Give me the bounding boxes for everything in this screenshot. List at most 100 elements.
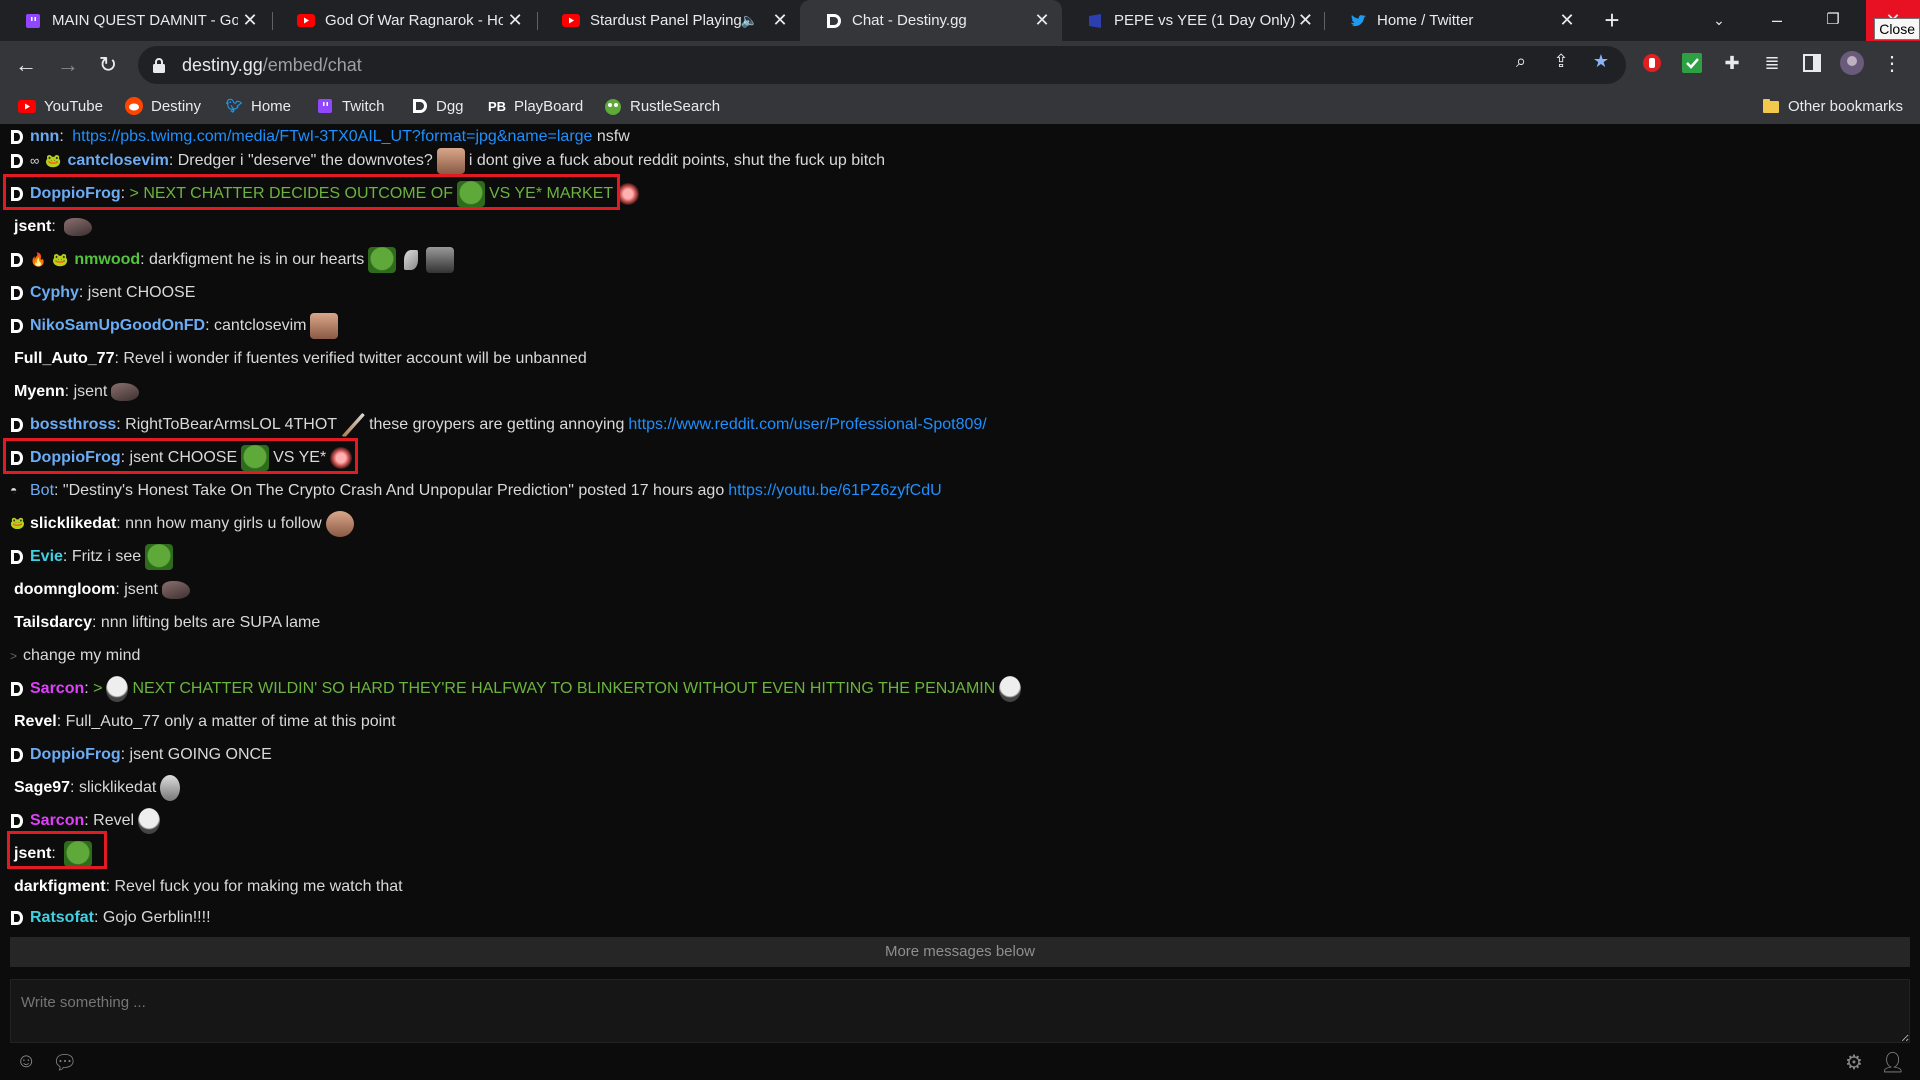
media-control-icon[interactable]: ≣ xyxy=(1760,51,1784,75)
share-icon[interactable]: ⇪ xyxy=(1550,50,1572,72)
bookmark-youtube[interactable]: YouTube xyxy=(18,88,103,124)
username[interactable]: Sarcon xyxy=(30,812,84,830)
username[interactable]: Tailsdarcy xyxy=(14,614,92,632)
adblock-extension-icon[interactable] xyxy=(1640,51,1664,75)
bookmark-twitch[interactable]: Twitch xyxy=(316,88,385,124)
skull-emote xyxy=(106,675,129,702)
tab-title: PEPE vs YEE (1 Day Only) | N xyxy=(1114,12,1295,29)
bookmark-rustlesearch[interactable]: RustleSearch xyxy=(604,88,720,124)
close-tab-icon[interactable]: ✕ xyxy=(1555,10,1579,31)
chat-message: Cyphy: jsent CHOOSE xyxy=(0,276,1910,309)
tab-polymarket[interactable]: PEPE vs YEE (1 Day Only) | N ✕ xyxy=(1062,0,1324,41)
chat-input[interactable] xyxy=(10,979,1910,1043)
bookmark-dgg[interactable]: Dgg xyxy=(410,88,464,124)
extensions-puzzle-icon[interactable]: ✚ xyxy=(1720,51,1744,75)
chat-message: bossthross: RightToBearArmsLOL 4THOT the… xyxy=(0,408,1910,441)
menu-kebab-icon[interactable]: ⋮ xyxy=(1880,51,1904,75)
highlight-box xyxy=(3,174,620,210)
continuation-marker: > xyxy=(10,648,18,663)
bookmark-destiny[interactable]: Destiny xyxy=(125,88,201,124)
speaker-icon[interactable]: 🔈 xyxy=(741,12,758,29)
lock-icon xyxy=(153,58,165,73)
forward-button[interactable]: → xyxy=(52,49,84,81)
message-link[interactable]: https://pbs.twimg.com/media/FTwI-3TX0AIL… xyxy=(72,128,592,146)
fire-flair-icon: 🔥 xyxy=(30,251,47,267)
destiny-flair-icon xyxy=(11,417,23,432)
face-emote xyxy=(436,147,465,174)
bookmark-home-twitter[interactable]: 🐦︎ Home xyxy=(225,88,291,124)
destiny-flair-icon xyxy=(11,153,23,168)
tab-youtube-stardust[interactable]: Stardust Panel Playing 🔈 ✕ xyxy=(538,0,800,41)
rock-emote xyxy=(162,580,190,599)
more-messages-below-button[interactable]: More messages below xyxy=(10,937,1910,967)
address-bar[interactable]: destiny.gg/embed/chat xyxy=(138,46,1626,84)
settings-gear-icon[interactable]: ⚙ xyxy=(1845,1050,1863,1074)
username[interactable]: Evie xyxy=(30,548,63,566)
side-panel-icon[interactable] xyxy=(1800,51,1824,75)
username[interactable]: darkfigment xyxy=(14,878,106,896)
profile-avatar[interactable] xyxy=(1840,51,1864,75)
username[interactable]: Myenn xyxy=(14,383,65,401)
check-extension-icon[interactable] xyxy=(1680,51,1704,75)
restore-button[interactable]: ❐ xyxy=(1810,0,1856,41)
tab-twitter[interactable]: Home / Twitter ✕ xyxy=(1325,0,1587,41)
bookmark-label: Destiny xyxy=(151,97,202,115)
message-text: nnn how many girls u follow xyxy=(125,514,322,532)
username[interactable]: nmwood xyxy=(74,251,140,269)
whispers-icon[interactable]: 💬︎ xyxy=(52,1050,77,1074)
skull-emote xyxy=(138,807,161,834)
tab-twitch[interactable]: MAIN QUEST DAMNIT - Go ✕ xyxy=(0,0,270,41)
face-emote xyxy=(325,510,354,537)
message-text: jsent CHOOSE xyxy=(87,283,196,301)
tab-youtube-gow[interactable]: God Of War Ragnarok - Ho ✕ xyxy=(273,0,535,41)
close-tab-icon[interactable]: ✕ xyxy=(1030,10,1054,31)
username[interactable]: Sage97 xyxy=(14,779,70,797)
emote-menu-icon[interactable]: ☺ xyxy=(16,1050,36,1074)
username[interactable]: Bot xyxy=(30,482,54,500)
username[interactable]: Cyphy xyxy=(30,284,79,302)
bookmark-label: Dgg xyxy=(436,97,464,115)
username[interactable]: NikoSamUpGoodOnFD xyxy=(30,317,205,335)
username[interactable]: nnn xyxy=(30,128,59,146)
chat-message: DoppioFrog: jsent GOING ONCE xyxy=(0,738,1910,771)
username[interactable]: Sarcon xyxy=(30,680,84,698)
new-tab-button[interactable]: + xyxy=(1598,6,1626,34)
username[interactable]: Full_Auto_77 xyxy=(14,350,114,368)
username[interactable]: jsent xyxy=(14,218,51,236)
message-link[interactable]: https://youtu.be/61PZ6zyfCdU xyxy=(728,482,941,500)
bookmark-star-icon[interactable]: ★ xyxy=(1590,50,1612,72)
username[interactable]: bossthross xyxy=(30,416,116,434)
message-text: jsent xyxy=(124,580,158,598)
close-tab-icon[interactable]: ✕ xyxy=(1295,10,1316,31)
message-link[interactable]: https://www.reddit.com/user/Professional… xyxy=(628,416,986,434)
bookmark-playboard[interactable]: PB PlayBoard xyxy=(488,88,583,124)
close-tab-icon[interactable]: ✕ xyxy=(238,10,262,31)
zoom-icon[interactable]: ⌕ xyxy=(1510,50,1532,72)
username[interactable]: doomngloom xyxy=(14,581,115,599)
chat-messages[interactable]: nnn: https://pbs.twimg.com/media/FTwI-3T… xyxy=(0,124,1920,936)
bookmark-other-bookmarks[interactable]: Other bookmarks xyxy=(1762,88,1903,124)
message-text: i dont give a fuck about reddit points, … xyxy=(468,151,886,169)
username[interactable]: DoppioFrog xyxy=(30,746,121,764)
chat-message: Revel: Full_Auto_77 only a matter of tim… xyxy=(14,712,396,731)
username[interactable]: Revel xyxy=(14,713,57,731)
user-list-icon[interactable]: 👤︎ xyxy=(1880,1050,1905,1074)
tab-title: God Of War Ragnarok - Ho xyxy=(325,12,504,29)
close-tab-icon[interactable]: ✕ xyxy=(503,10,527,31)
username[interactable]: cantclosevim xyxy=(67,152,168,170)
minimize-button[interactable]: – xyxy=(1754,0,1800,41)
close-tab-icon[interactable]: ✕ xyxy=(768,10,792,31)
url-text: destiny.gg/embed/chat xyxy=(182,55,362,76)
chat-message: Sarcon: > NEXT CHATTER WILDIN' SO HARD T… xyxy=(0,672,1910,705)
chat-message: NikoSamUpGoodOnFD: cantclosevim xyxy=(0,309,1910,342)
username[interactable]: Ratsofat xyxy=(30,909,94,927)
message-text: RightToBearArmsLOL 4THOT xyxy=(125,415,338,433)
reload-button[interactable]: ↻ xyxy=(92,49,124,81)
face-emote xyxy=(310,312,339,339)
back-button[interactable]: ← xyxy=(10,49,42,81)
message-text: jsent GOING ONCE xyxy=(129,745,272,763)
tab-search-icon[interactable]: ⌄ xyxy=(1696,0,1742,41)
tab-destiny-chat[interactable]: Chat - Destiny.gg ✕ xyxy=(800,0,1062,41)
tier-flair-icon: 🐸 xyxy=(10,515,25,530)
username[interactable]: slicklikedat xyxy=(30,515,116,533)
